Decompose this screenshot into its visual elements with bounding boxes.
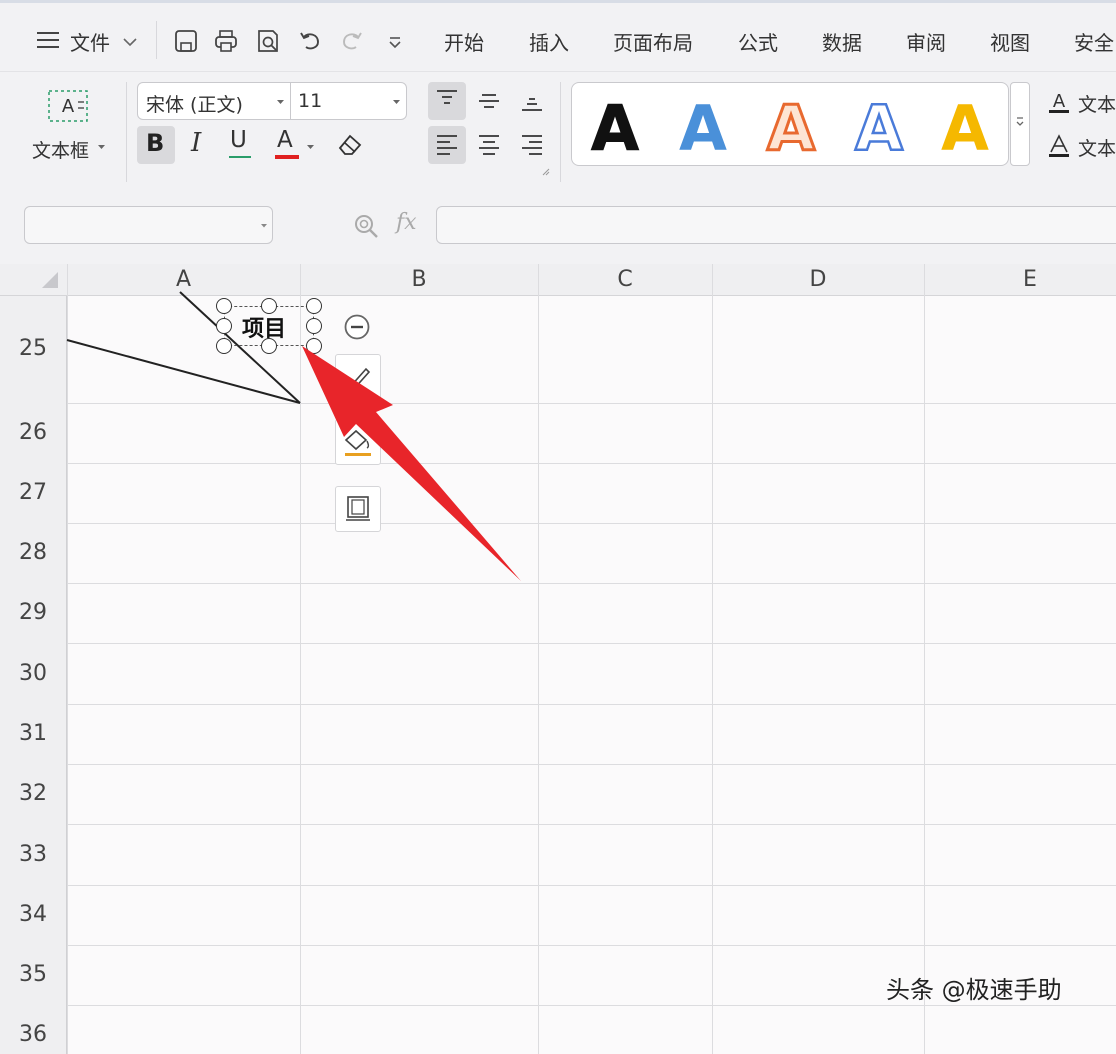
chevron-down-icon[interactable] xyxy=(276,98,285,106)
resize-handle-bottom-right[interactable] xyxy=(306,338,322,354)
chevron-down-icon[interactable] xyxy=(260,222,268,230)
print-icon[interactable] xyxy=(214,29,238,53)
clear-format-eraser-icon[interactable] xyxy=(336,132,364,158)
tab-data[interactable]: 数据 xyxy=(822,27,862,56)
row-header-33[interactable]: 33 xyxy=(0,842,66,867)
formula-input[interactable] xyxy=(436,206,1116,244)
resize-handle-top-left[interactable] xyxy=(216,298,232,314)
text-fill-button[interactable]: 文本 xyxy=(1078,90,1116,117)
svg-text:A: A xyxy=(62,96,75,117)
font-name-value[interactable]: 宋体 (正文) xyxy=(146,90,243,117)
chevron-down-icon[interactable] xyxy=(97,143,106,151)
dialog-launcher-icon[interactable] xyxy=(542,168,550,176)
font-color-button[interactable]: A xyxy=(277,127,293,153)
customize-toolbar-icon[interactable] xyxy=(387,36,405,50)
text-fill-icon[interactable]: A xyxy=(1048,90,1070,114)
hamburger-menu-icon[interactable] xyxy=(36,30,62,50)
formula-bar: fx xyxy=(0,186,1116,264)
align-middle-icon[interactable] xyxy=(478,89,500,111)
chevron-down-icon[interactable] xyxy=(392,98,401,106)
fill-bucket-icon xyxy=(344,429,371,456)
column-header-c[interactable]: C xyxy=(538,264,712,296)
file-menu[interactable]: 文件 xyxy=(70,27,110,56)
row-header-36[interactable]: 36 xyxy=(0,1022,66,1047)
text-style-blue[interactable]: A xyxy=(679,92,727,160)
tab-view[interactable]: 视图 xyxy=(990,27,1030,56)
zoom-lookup-icon[interactable] xyxy=(352,212,380,240)
chevron-down-icon[interactable] xyxy=(1015,116,1025,128)
row-header-30[interactable]: 30 xyxy=(0,661,66,686)
text-outline-button[interactable]: 文本 xyxy=(1078,134,1116,161)
tab-insert[interactable]: 插入 xyxy=(529,27,569,56)
bold-button[interactable]: B xyxy=(146,129,164,157)
underline-button[interactable]: U xyxy=(230,127,247,153)
italic-button[interactable]: I xyxy=(191,128,201,158)
shape-outline-button[interactable] xyxy=(335,486,381,532)
resize-handle-right[interactable] xyxy=(306,318,322,334)
resize-handle-left[interactable] xyxy=(216,318,232,334)
tab-page-layout[interactable]: 页面布局 xyxy=(613,27,693,56)
row-header-31[interactable]: 31 xyxy=(0,721,66,746)
text-style-black[interactable]: A xyxy=(591,92,640,161)
svg-text:A: A xyxy=(1053,91,1066,112)
font-size-value[interactable]: 11 xyxy=(298,90,322,112)
collapse-minus-icon[interactable] xyxy=(343,313,371,341)
font-color-swatch xyxy=(275,155,299,159)
row-header-29[interactable]: 29 xyxy=(0,600,66,625)
chevron-down-icon[interactable] xyxy=(122,36,138,48)
redo-icon[interactable] xyxy=(340,29,364,53)
chevron-down-icon[interactable] xyxy=(306,143,315,151)
insert-function-button[interactable]: fx xyxy=(396,210,417,235)
align-center-icon[interactable] xyxy=(478,134,500,156)
resize-handle-bottom[interactable] xyxy=(261,338,277,354)
shape-outline-icon xyxy=(346,496,370,521)
textbox-icon[interactable]: A xyxy=(46,88,90,124)
text-style-orange-outline[interactable]: A xyxy=(766,91,817,161)
row-header-35[interactable]: 35 xyxy=(0,962,66,987)
align-bottom-icon[interactable] xyxy=(521,89,543,111)
shape-fill-button[interactable] xyxy=(335,419,381,465)
pencil-icon xyxy=(346,367,371,393)
row-header-27[interactable]: 27 xyxy=(0,480,66,505)
row-header-26[interactable]: 26 xyxy=(0,420,66,445)
column-header-e[interactable]: E xyxy=(924,264,1116,296)
text-style-blue-outline[interactable]: A xyxy=(854,91,905,160)
column-header-d[interactable]: D xyxy=(712,264,924,296)
tab-review[interactable]: 审阅 xyxy=(906,27,946,56)
undo-icon[interactable] xyxy=(298,29,322,53)
align-right-icon[interactable] xyxy=(521,134,543,156)
resize-handle-bottom-left[interactable] xyxy=(216,338,232,354)
tab-formulas[interactable]: 公式 xyxy=(738,27,778,56)
name-box[interactable] xyxy=(24,206,273,244)
watermark-text: 头条 @极速手助 xyxy=(886,976,1062,1004)
tab-security[interactable]: 安全 xyxy=(1074,27,1114,56)
edit-shape-button[interactable] xyxy=(335,354,381,400)
ribbon-toolbar: A 文本框 宋体 (正文) 11 B I U A A A A A A A 文本 … xyxy=(0,72,1116,187)
row-header-28[interactable]: 28 xyxy=(0,540,66,565)
select-all-corner-icon[interactable] xyxy=(40,270,60,290)
tab-home[interactable]: 开始 xyxy=(444,27,484,56)
save-icon[interactable] xyxy=(174,29,198,53)
align-left-icon[interactable] xyxy=(436,134,458,156)
resize-handle-top[interactable] xyxy=(261,298,277,314)
menu-bar: 文件 开始 插入 页面布局 公式 数据 审阅 视图 安全 xyxy=(0,0,1116,72)
column-header-b[interactable]: B xyxy=(300,264,538,296)
resize-handle-top-right[interactable] xyxy=(306,298,322,314)
text-style-presets[interactable]: A A A A A xyxy=(585,90,1005,161)
align-top-icon[interactable] xyxy=(436,89,458,111)
text-style-gold[interactable]: A xyxy=(941,92,989,160)
print-preview-icon[interactable] xyxy=(256,29,280,53)
row-header-32[interactable]: 32 xyxy=(0,781,66,806)
text-outline-icon[interactable] xyxy=(1048,134,1070,158)
textbox-button[interactable]: 文本框 xyxy=(32,136,89,163)
row-header-34[interactable]: 34 xyxy=(0,902,66,927)
